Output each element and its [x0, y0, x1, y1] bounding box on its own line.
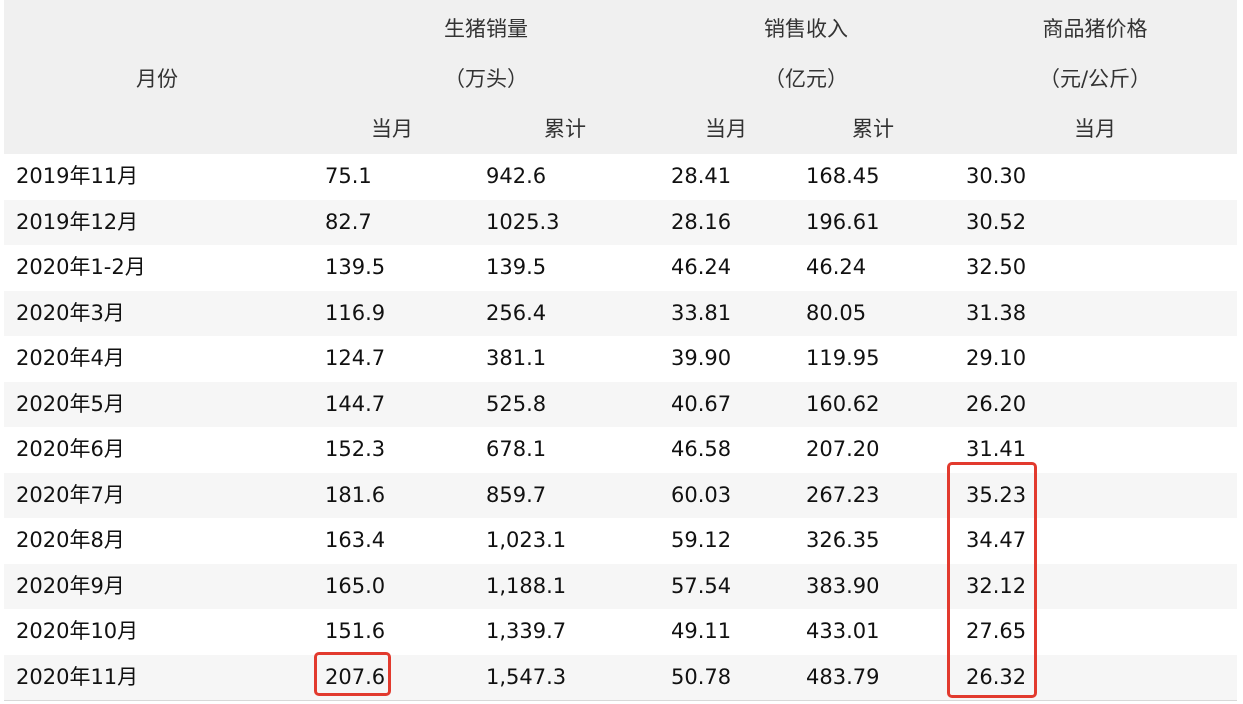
header-hog-price: 商品猪价格 [1042, 17, 1148, 41]
cell-volume-cumulative: 381.1 [486, 346, 547, 370]
table-row: 2020年8月 163.4 1,023.1 59.12 326.35 34.47 [4, 518, 1237, 564]
cell-revenue-month: 28.16 [671, 209, 732, 234]
cell-price-month: 26.20 [966, 391, 1027, 416]
cell-revenue-cumulative: 326.35 [806, 528, 880, 552]
cell-price-month: 29.10 [966, 346, 1027, 370]
table-row: 2020年9月 165.0 1,188.1 57.54 383.90 32.12 [4, 563, 1237, 609]
header-hog-price-unit: （元/公斤） [1038, 67, 1152, 91]
table-row: 2020年6月 152.3 678.1 46.58 207.20 31.41 [4, 427, 1237, 473]
cell-month: 2020年1-2月 [16, 255, 146, 279]
cell-volume-month: 75.1 [325, 164, 372, 188]
cell-revenue-month: 59.12 [671, 528, 732, 552]
cell-month: 2020年3月 [16, 300, 125, 325]
cell-revenue-cumulative: 160.62 [806, 391, 880, 416]
cell-revenue-month: 46.24 [671, 255, 732, 279]
table-row: 2020年3月 116.9 256.4 33.81 80.05 31.38 [4, 290, 1237, 336]
cell-month: 2020年8月 [16, 528, 125, 552]
cell-volume-cumulative: 859.7 [486, 482, 547, 507]
header-month: 月份 [136, 67, 178, 91]
cell-revenue-month: 40.67 [671, 391, 732, 416]
cell-revenue-month: 28.41 [671, 164, 732, 188]
cell-price-month: 26.32 [966, 664, 1027, 689]
cell-volume-cumulative: 1,023.1 [486, 528, 567, 552]
cell-revenue-month: 46.58 [671, 437, 732, 461]
cell-revenue-month: 50.78 [671, 664, 732, 689]
cell-month: 2020年6月 [16, 437, 125, 461]
cell-volume-cumulative: 1025.3 [486, 209, 560, 234]
cell-price-month: 30.52 [966, 209, 1027, 234]
cell-revenue-cumulative: 119.95 [806, 346, 880, 370]
cell-month: 2020年10月 [16, 619, 139, 643]
cell-month: 2020年9月 [16, 573, 125, 598]
cell-revenue-cumulative: 168.45 [806, 164, 880, 188]
table-header: 月份 生猪销量 （万头） 销售收入 （亿元） 商品猪价格 （元/公斤） 当月 累… [4, 0, 1237, 154]
table-row: 2020年4月 124.7 381.1 39.90 119.95 29.10 [4, 336, 1237, 382]
header-sales-volume: 生猪销量 [444, 17, 528, 41]
subheader-revenue-month: 当月 [705, 117, 747, 141]
table-body: 2019年11月 75.1 942.6 28.41 168.45 30.30 2… [4, 154, 1237, 701]
cell-revenue-cumulative: 207.20 [806, 437, 880, 461]
cell-month: 2019年12月 [16, 209, 139, 234]
cell-price-month: 31.41 [966, 437, 1027, 461]
header-sales-revenue: 销售收入 [764, 17, 848, 41]
cell-revenue-month: 33.81 [671, 300, 732, 325]
table-row: 2020年7月 181.6 859.7 60.03 267.23 35.23 [4, 472, 1237, 518]
cell-price-month: 32.12 [966, 573, 1027, 598]
cell-volume-month: 207.6 [325, 664, 386, 689]
cell-volume-cumulative: 139.5 [486, 255, 547, 279]
header-sales-revenue-unit: （亿元） [764, 67, 848, 91]
subheader-volume-month: 当月 [371, 117, 413, 141]
table-row: 2020年5月 144.7 525.8 40.67 160.62 26.20 [4, 381, 1237, 427]
cell-revenue-cumulative: 383.90 [806, 573, 880, 598]
subheader-price-month: 当月 [1074, 117, 1116, 141]
cell-revenue-month: 49.11 [671, 619, 732, 643]
table-row: 2020年10月 151.6 1,339.7 49.11 433.01 27.6… [4, 609, 1237, 655]
subheader-revenue-cumulative: 累计 [852, 117, 894, 141]
cell-revenue-cumulative: 483.79 [806, 664, 880, 689]
cell-volume-month: 152.3 [325, 437, 386, 461]
cell-volume-cumulative: 942.6 [486, 164, 547, 188]
cell-month: 2020年11月 [16, 664, 139, 689]
cell-revenue-month: 57.54 [671, 573, 732, 598]
cell-revenue-cumulative: 433.01 [806, 619, 880, 643]
subheader-volume-cumulative: 累计 [544, 117, 586, 141]
cell-volume-month: 181.6 [325, 482, 386, 507]
table-row: 2019年11月 75.1 942.6 28.41 168.45 30.30 [4, 154, 1237, 200]
cell-revenue-cumulative: 46.24 [806, 255, 867, 279]
cell-revenue-cumulative: 196.61 [806, 209, 880, 234]
cell-month: 2020年5月 [16, 391, 125, 416]
cell-volume-cumulative: 678.1 [486, 437, 547, 461]
cell-volume-month: 151.6 [325, 619, 386, 643]
cell-volume-cumulative: 1,547.3 [486, 664, 567, 689]
cell-volume-month: 139.5 [325, 255, 386, 279]
table-row: 2020年1-2月 139.5 139.5 46.24 46.24 32.50 [4, 245, 1237, 291]
pig-sales-table: 月份 生猪销量 （万头） 销售收入 （亿元） 商品猪价格 （元/公斤） 当月 累… [4, 0, 1237, 701]
cell-volume-cumulative: 1,188.1 [486, 573, 567, 598]
cell-volume-month: 124.7 [325, 346, 386, 370]
cell-revenue-month: 60.03 [671, 482, 732, 507]
cell-price-month: 34.47 [966, 528, 1027, 552]
cell-month: 2020年7月 [16, 482, 125, 507]
cell-volume-month: 165.0 [325, 573, 386, 598]
cell-volume-month: 163.4 [325, 528, 386, 552]
cell-revenue-cumulative: 267.23 [806, 482, 880, 507]
cell-price-month: 30.30 [966, 164, 1027, 188]
cell-revenue-cumulative: 80.05 [806, 300, 867, 325]
cell-revenue-month: 39.90 [671, 346, 732, 370]
header-sales-volume-unit: （万头） [444, 67, 528, 91]
cell-month: 2019年11月 [16, 164, 139, 188]
cell-month: 2020年4月 [16, 346, 125, 370]
table-row: 2020年11月 207.6 1,547.3 50.78 483.79 26.3… [4, 654, 1237, 701]
cell-volume-month: 82.7 [325, 209, 372, 234]
cell-price-month: 32.50 [966, 255, 1027, 279]
cell-price-month: 35.23 [966, 482, 1027, 507]
cell-price-month: 31.38 [966, 300, 1027, 325]
cell-volume-cumulative: 525.8 [486, 391, 547, 416]
table-row: 2019年12月 82.7 1025.3 28.16 196.61 30.52 [4, 199, 1237, 245]
cell-volume-cumulative: 1,339.7 [486, 619, 567, 643]
cell-volume-month: 116.9 [325, 300, 386, 325]
cell-price-month: 27.65 [966, 619, 1027, 643]
cell-volume-month: 144.7 [325, 391, 386, 416]
cell-volume-cumulative: 256.4 [486, 300, 547, 325]
